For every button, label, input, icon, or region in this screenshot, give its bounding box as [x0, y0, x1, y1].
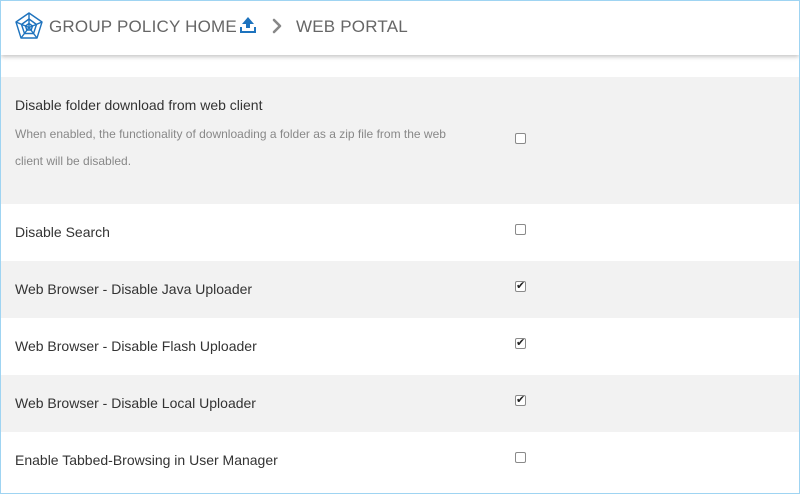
setting-row-disable-java-uploader: Web Browser - Disable Java Uploader ✔ — [1, 261, 799, 318]
app-frame: GROUP POLICY HOME WEB PORTAL Disable fol… — [0, 0, 800, 494]
setting-title: Web Browser - Disable Java Uploader — [15, 281, 253, 297]
setting-title: Disable folder download from web client — [15, 97, 263, 113]
checkmark-icon: ✔ — [516, 279, 526, 292]
setting-row-enable-tabbed-browsing: Enable Tabbed-Browsing in User Manager — [1, 432, 799, 490]
upload-icon[interactable] — [239, 16, 257, 34]
settings-list: Disable folder download from web client … — [1, 57, 799, 493]
header-bar: GROUP POLICY HOME WEB PORTAL — [1, 1, 799, 55]
disable-search-checkbox[interactable] — [515, 224, 526, 235]
setting-row-disable-local-uploader: Web Browser - Disable Local Uploader ✔ — [1, 375, 799, 432]
disable-flash-uploader-checkbox[interactable]: ✔ — [515, 336, 526, 349]
checkmark-icon: ✔ — [516, 393, 526, 406]
top-spacer — [1, 57, 799, 77]
enable-tabbed-browsing-checkbox[interactable] — [515, 452, 526, 463]
disable-folder-download-checkbox[interactable] — [515, 133, 526, 144]
setting-title: Disable Search — [15, 224, 110, 240]
breadcrumb-home-link[interactable]: GROUP POLICY HOME — [49, 17, 237, 37]
spider-web-icon[interactable] — [13, 11, 45, 43]
setting-row-disable-search: Disable Search — [1, 204, 799, 261]
setting-description: When enabled, the functionality of downl… — [15, 127, 446, 168]
checkmark-icon: ✔ — [516, 336, 526, 349]
breadcrumb-current: WEB PORTAL — [296, 17, 408, 36]
disable-local-uploader-checkbox[interactable]: ✔ — [515, 393, 526, 406]
setting-row-disable-flash-uploader: Web Browser - Disable Flash Uploader ✔ — [1, 318, 799, 375]
setting-title: Web Browser - Disable Flash Uploader — [15, 338, 257, 354]
chevron-right-icon — [272, 18, 282, 34]
setting-title: Enable Tabbed-Browsing in User Manager — [15, 452, 278, 468]
disable-java-uploader-checkbox[interactable]: ✔ — [515, 279, 526, 292]
setting-row-disable-folder-download: Disable folder download from web client … — [1, 77, 799, 204]
setting-title: Web Browser - Disable Local Uploader — [15, 395, 256, 411]
